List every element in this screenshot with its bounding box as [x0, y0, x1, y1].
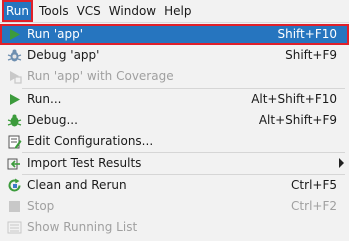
menu-item-shortcut: Ctrl+F2: [291, 199, 337, 213]
run-icon: [10, 94, 20, 105]
menu-window-label: Window: [108, 4, 157, 18]
menu-item-label: Edit Configurations...: [27, 134, 154, 148]
menu-item-debug-app[interactable]: Debug 'app' Shift+F9: [0, 45, 349, 66]
menu-item-edit-configurations[interactable]: Edit Configurations...: [0, 131, 349, 152]
menu-tools[interactable]: Tools: [36, 0, 72, 22]
menu-item-label: Show Running List: [27, 220, 138, 234]
run-menu-popup: Run 'app' Shift+F10 Debug 'app' Shift+F9…: [0, 22, 349, 241]
show-running-list-icon: [7, 221, 22, 234]
menu-item-run-app[interactable]: Run 'app' Shift+F10: [0, 24, 349, 45]
menu-item-label: Run 'app': [27, 27, 84, 41]
menu-item-shortcut: Alt+Shift+F10: [251, 92, 337, 106]
menu-window[interactable]: Window: [106, 0, 159, 22]
menu-item-run-ellipsis[interactable]: Run... Alt+Shift+F10: [0, 89, 349, 110]
menu-item-stop: Stop Ctrl+F2: [0, 196, 349, 217]
menu-item-shortcut: Shift+F9: [285, 48, 337, 62]
menu-vcs-label: VCS: [76, 4, 101, 18]
menu-item-shortcut: Shift+F10: [277, 27, 337, 41]
menu-item-label: Clean and Rerun: [27, 178, 127, 192]
menu-item-debug-ellipsis[interactable]: Debug... Alt+Shift+F9: [0, 110, 349, 131]
clean-rerun-icon: [8, 178, 21, 192]
menu-vcs[interactable]: VCS: [74, 0, 104, 22]
menu-help[interactable]: Help: [161, 0, 194, 22]
menu-item-run-with-coverage: Run 'app' with Coverage: [0, 66, 349, 87]
stop-icon: [9, 201, 20, 212]
edit-configurations-icon: [8, 135, 22, 149]
import-test-results-icon: [7, 158, 20, 170]
menu-help-label: Help: [164, 4, 192, 18]
menubar: Run Tools VCS Window Help: [0, 0, 349, 22]
menu-item-label: Import Test Results: [27, 156, 142, 170]
menu-item-label: Stop: [27, 199, 55, 213]
menu-item-import-test-results[interactable]: Import Test Results: [0, 153, 349, 174]
debug-icon: [7, 114, 22, 127]
menu-item-shortcut: Ctrl+F5: [291, 178, 337, 192]
menu-item-clean-and-rerun[interactable]: Clean and Rerun Ctrl+F5: [0, 175, 349, 196]
submenu-arrow-icon: [339, 158, 344, 168]
menu-item-label: Debug 'app': [27, 48, 100, 62]
menu-item-label: Run...: [27, 92, 62, 106]
menu-item-label: Debug...: [27, 113, 78, 127]
menu-tools-label: Tools: [39, 4, 69, 18]
coverage-icon: [10, 71, 22, 84]
menu-run-label: Run: [6, 4, 30, 18]
debug-icon: [7, 49, 22, 62]
menu-item-shortcut: Alt+Shift+F9: [258, 113, 337, 127]
menu-item-show-running-list: Show Running List: [0, 217, 349, 238]
run-icon: [10, 29, 20, 40]
menu-run[interactable]: Run: [2, 0, 34, 22]
menu-item-label: Run 'app' with Coverage: [27, 69, 174, 83]
